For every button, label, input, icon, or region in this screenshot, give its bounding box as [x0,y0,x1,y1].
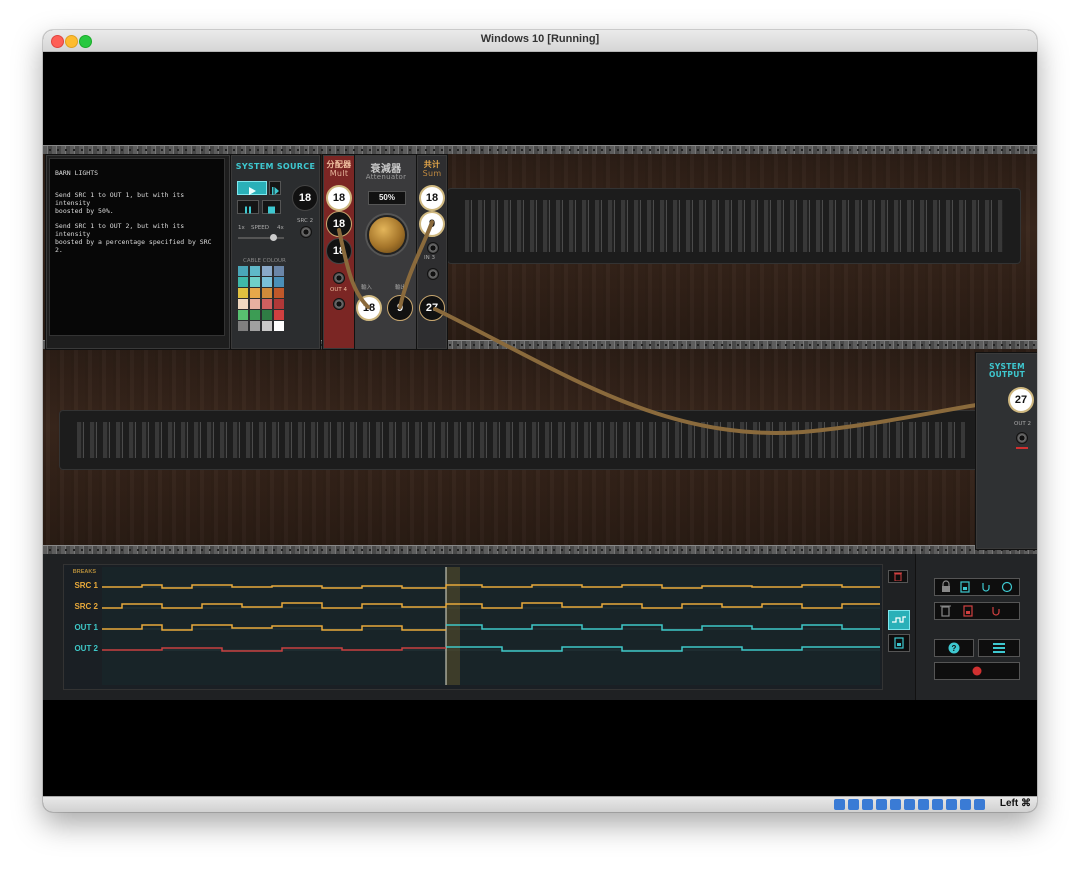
system-output-module: SYSTEM OUTPUT 27 OUT 2 [975,352,1037,550]
delete-cable-icon [992,607,1000,616]
timeline-label-src2: SRC 2 [74,602,98,611]
globe-icon[interactable] [960,799,971,810]
menu-button[interactable] [978,639,1020,657]
timer-icon [1001,581,1013,593]
timeline-panel: BREAKS SRC 1 SRC 2 OUT 1 OUT 2 [63,564,883,690]
lock-toolbar [934,578,1020,596]
chip-icon [894,637,904,649]
bottom-panel: BREAKS SRC 1 SRC 2 OUT 1 OUT 2 ? [43,554,1037,700]
cable-attenuator-to-sum[interactable] [398,220,434,309]
help-button[interactable]: ? [934,639,974,657]
help-icon: ? [948,642,960,654]
menu-icon [993,643,1005,653]
trash-all-icon [940,605,951,617]
game-screen: BARN LIGHTS Send SRC 1 to OUT 1, but wit… [43,52,1037,796]
svg-text:?: ? [952,644,957,653]
chip-view-button[interactable] [888,634,910,652]
timeline-label-src1: SRC 1 [74,581,98,590]
host-key-label: Left ⌘ [999,798,1031,809]
waveform-view-button[interactable] [888,610,910,630]
output-out2-jack[interactable] [1016,432,1028,444]
timeline-waveforms [102,567,880,685]
system-output-title: SYSTEM OUTPUT [988,362,1026,379]
output-out2-indicator [1016,447,1028,449]
display-icon[interactable] [904,799,915,810]
optical-icon[interactable] [848,799,859,810]
window-title: Windows 10 [Running] [480,33,600,45]
usb-icon[interactable] [862,799,873,810]
cable-sum-to-output[interactable] [433,307,1020,435]
chip-lock-icon [960,581,970,593]
vm-status-bar: Left ⌘ [43,796,1037,812]
storage-icon[interactable] [834,799,845,810]
controls-panel: ? [915,554,1037,700]
delete-chip-icon [963,605,973,617]
record-button[interactable] [934,662,1020,680]
trash-icon [894,572,902,581]
trash-breaks-button[interactable] [888,570,908,583]
delete-toolbar [934,602,1020,620]
pencil-icon[interactable] [890,799,901,810]
record-icon [972,666,982,676]
title-bar: Windows 10 [Running] [43,30,1037,52]
vm-window: Windows 10 [Running] BARN LIGHTS Send SR… [43,30,1037,812]
capture-icon[interactable] [932,799,943,810]
breaks-label: BREAKS [72,569,96,575]
shared-folder-icon[interactable] [876,799,887,810]
network-icon[interactable] [918,799,929,810]
cable-lock-icon [982,583,990,592]
download-icon[interactable] [974,799,985,810]
cpu-icon[interactable] [946,799,957,810]
timeline-label-out1: OUT 1 [74,623,98,632]
output-out2-label: OUT 2 [1014,421,1031,427]
cable-mult-to-attenuator[interactable] [337,228,370,309]
timeline-label-out2: OUT 2 [74,644,98,653]
output-out1-value: 27 [1008,387,1034,413]
lock-icon [942,580,950,592]
waveform-icon [892,616,906,623]
status-icons [834,799,985,810]
